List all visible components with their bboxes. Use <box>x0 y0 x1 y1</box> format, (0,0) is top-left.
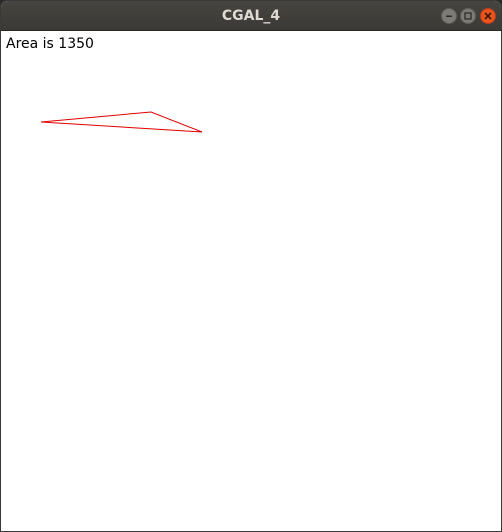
maximize-icon <box>464 12 472 20</box>
title-bar[interactable]: CGAL_4 <box>1 1 501 31</box>
app-window: CGAL_4 Area is 1350 <box>0 0 502 532</box>
minimize-button[interactable] <box>441 8 457 24</box>
window-title: CGAL_4 <box>221 8 281 24</box>
drawing-area[interactable]: Area is 1350 <box>1 31 501 531</box>
close-button[interactable] <box>480 8 496 24</box>
maximize-button[interactable] <box>460 8 476 24</box>
minimize-icon <box>446 15 452 17</box>
canvas <box>40 111 203 133</box>
close-icon <box>484 12 492 20</box>
triangle-shape <box>40 111 203 133</box>
